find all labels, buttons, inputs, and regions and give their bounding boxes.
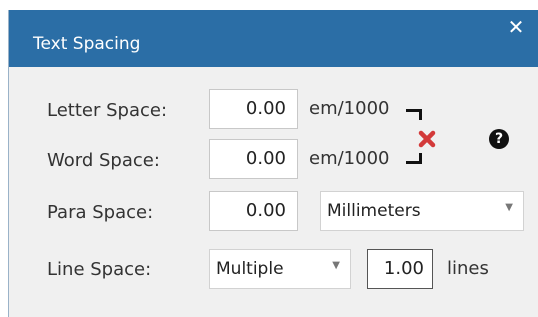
unlink-icon[interactable] [415,127,439,151]
chevron-down-icon: ▼ [505,202,513,213]
para-space-label: Para Space: [47,202,154,223]
letter-space-unit: em/1000 [309,98,390,119]
link-bracket-bottom [406,153,422,164]
para-space-unit-select[interactable]: Millimeters ▼ [320,191,524,231]
line-space-unit: lines [447,258,489,279]
para-space-input[interactable]: 0.00 [209,191,298,231]
word-space-unit: em/1000 [309,148,390,169]
title-bar: Text Spacing ✕ [9,10,538,67]
text-spacing-dialog: Text Spacing ✕ Letter Space: 0.00 em/100… [8,10,538,317]
line-space-label: Line Space: [47,259,152,280]
line-space-mode-select[interactable]: Multiple ▼ [209,249,351,289]
line-space-input[interactable]: 1.00 [367,249,433,289]
dialog-title: Text Spacing [33,34,141,54]
link-bracket-top [406,109,422,120]
chevron-down-icon: ▼ [332,260,340,271]
close-button[interactable]: ✕ [505,16,527,38]
letter-space-label: Letter Space: [47,100,168,121]
line-space-mode-value: Multiple [216,259,284,279]
para-space-unit-value: Millimeters [327,201,421,221]
letter-space-input[interactable]: 0.00 [209,89,298,129]
word-space-label: Word Space: [47,150,160,171]
help-icon[interactable]: ? [489,129,509,149]
word-space-input[interactable]: 0.00 [209,139,298,179]
